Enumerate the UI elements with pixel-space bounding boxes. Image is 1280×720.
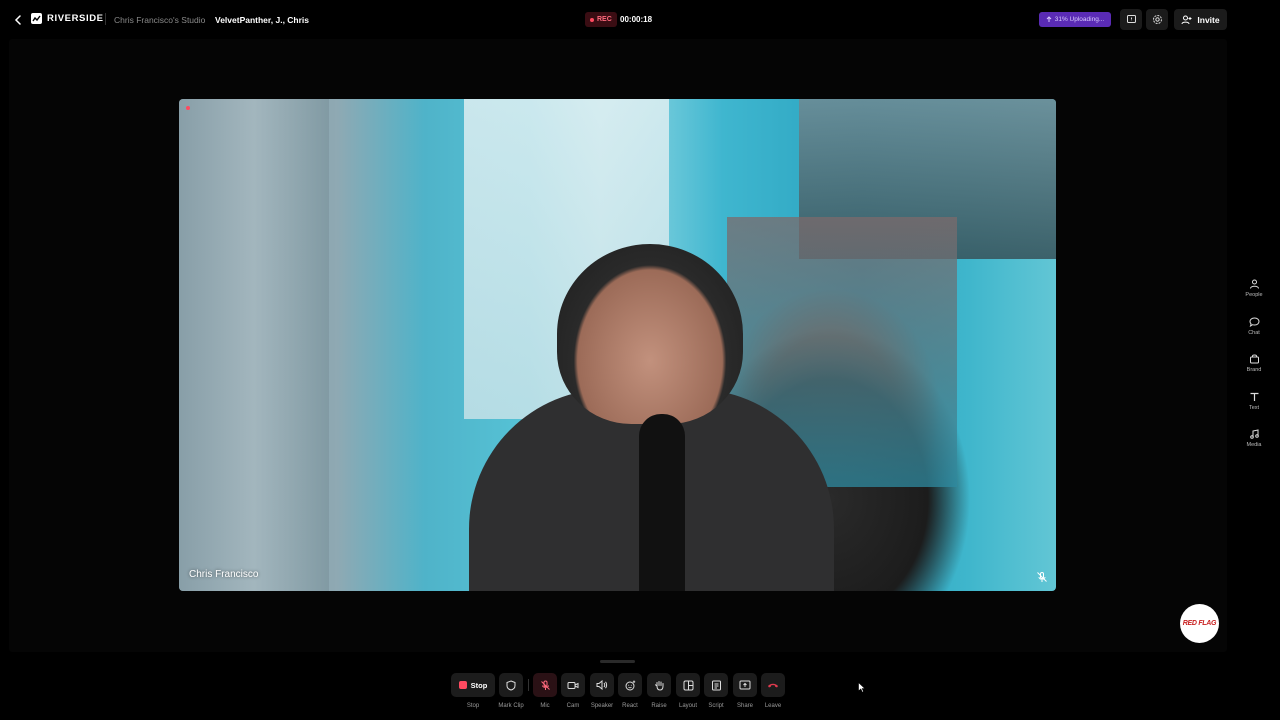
feedback-icon	[1126, 15, 1136, 23]
participant-name-label: Chris Francisco	[189, 569, 259, 580]
recording-dot-icon	[590, 17, 594, 22]
sidebar-item-chat[interactable]: Chat	[1234, 308, 1274, 346]
riverside-logo-icon	[31, 13, 42, 24]
share-screen-icon	[739, 680, 751, 690]
music-note-icon	[1249, 429, 1259, 440]
sidebar-item-label: Brand	[1246, 367, 1262, 374]
mic-off-icon	[1037, 572, 1047, 582]
hand-icon	[654, 680, 663, 691]
recording-label: REC	[597, 16, 612, 23]
bookmark-shield-icon	[506, 679, 516, 691]
participant-video-tile[interactable]: Chris Francisco	[179, 99, 1056, 591]
stop-recording-button[interactable]: Stop	[451, 673, 495, 697]
participant-microphone	[639, 414, 685, 591]
invite-button[interactable]: Invite	[1174, 9, 1227, 30]
control-label: Script	[708, 703, 724, 709]
mouse-cursor-icon	[858, 682, 866, 693]
settings-button[interactable]	[1146, 9, 1168, 30]
add-person-icon	[1181, 15, 1192, 24]
control-label: Raise	[651, 703, 667, 709]
leave-call-button[interactable]	[761, 673, 785, 697]
upload-status-text: 31% Uploading...	[1054, 16, 1105, 23]
stop-square-icon	[458, 681, 467, 689]
mark-clip-button[interactable]	[499, 673, 523, 697]
recording-timer: 00:00:18	[620, 15, 653, 24]
riverside-logo[interactable]: RIVERSIDE	[31, 13, 104, 24]
control-label: Layout	[678, 703, 697, 709]
sidebar-item-media[interactable]: Media	[1234, 420, 1274, 458]
upload-status-badge[interactable]: 31% Uploading...	[1039, 12, 1111, 27]
emoji-add-icon	[625, 680, 635, 690]
speaker-icon	[596, 680, 608, 690]
brand-name: RIVERSIDE	[47, 13, 104, 24]
video-background-curtain	[179, 99, 329, 591]
stop-recording-control[interactable]: Stop Stop	[451, 673, 495, 709]
recording-badge: REC	[585, 12, 617, 27]
back-button[interactable]	[10, 12, 26, 28]
upload-arrow-icon	[1046, 16, 1052, 22]
call-controls: Stop Stop Mark Clip Mic Cam Speaker Reac…	[0, 673, 1280, 720]
sidebar-item-brand[interactable]: Brand	[1234, 345, 1274, 383]
control-label: React	[622, 703, 638, 709]
controls-drag-handle[interactable]	[600, 660, 635, 663]
hang-up-icon	[768, 683, 778, 687]
sidebar-item-label: Media	[1246, 442, 1262, 449]
control-label: Share	[736, 703, 753, 709]
mic-off-icon	[540, 680, 550, 690]
sidebar-item-label: People	[1245, 292, 1263, 299]
tile-status-dot	[186, 106, 190, 110]
stop-button-text: Stop	[470, 680, 488, 690]
sidebar-item-label: Chat	[1248, 329, 1260, 336]
control-label: Stop	[466, 703, 480, 709]
chevron-left-icon	[14, 15, 21, 25]
sidebar-item-people[interactable]: People	[1234, 270, 1274, 308]
control-label: Leave	[764, 703, 782, 709]
session-name: VelvetPanther, J., Chris	[215, 15, 310, 25]
sidebar-item-text[interactable]: Text	[1234, 383, 1274, 421]
brand-bag-icon	[1249, 354, 1259, 364]
studio-name[interactable]: Chris Francisco's Studio	[114, 15, 205, 25]
control-label: Mic	[540, 703, 550, 709]
control-label: Mark Clip	[498, 703, 524, 709]
right-sidebar: People Chat Brand Text Media	[1234, 270, 1274, 458]
chat-bubble-icon	[1248, 317, 1260, 327]
leave-control[interactable]: Leave	[753, 673, 793, 709]
people-icon	[1249, 279, 1259, 289]
participant-head	[557, 244, 743, 424]
layout-grid-icon	[683, 680, 693, 690]
gear-icon	[1152, 15, 1162, 24]
control-label: Cam	[566, 703, 580, 709]
brand-logo-text: RED FLAG	[1182, 620, 1217, 627]
feedback-button[interactable]	[1120, 9, 1142, 30]
camera-icon	[567, 681, 579, 689]
top-bar: RIVERSIDE Chris Francisco's Studio Velve…	[0, 0, 1280, 39]
header-divider	[105, 13, 106, 25]
brand-logo-badge[interactable]: RED FLAG	[1180, 604, 1219, 643]
script-document-icon	[711, 680, 721, 690]
sidebar-item-label: Text	[1248, 404, 1260, 411]
text-icon	[1250, 392, 1258, 401]
invite-label: Invite	[1197, 14, 1220, 25]
